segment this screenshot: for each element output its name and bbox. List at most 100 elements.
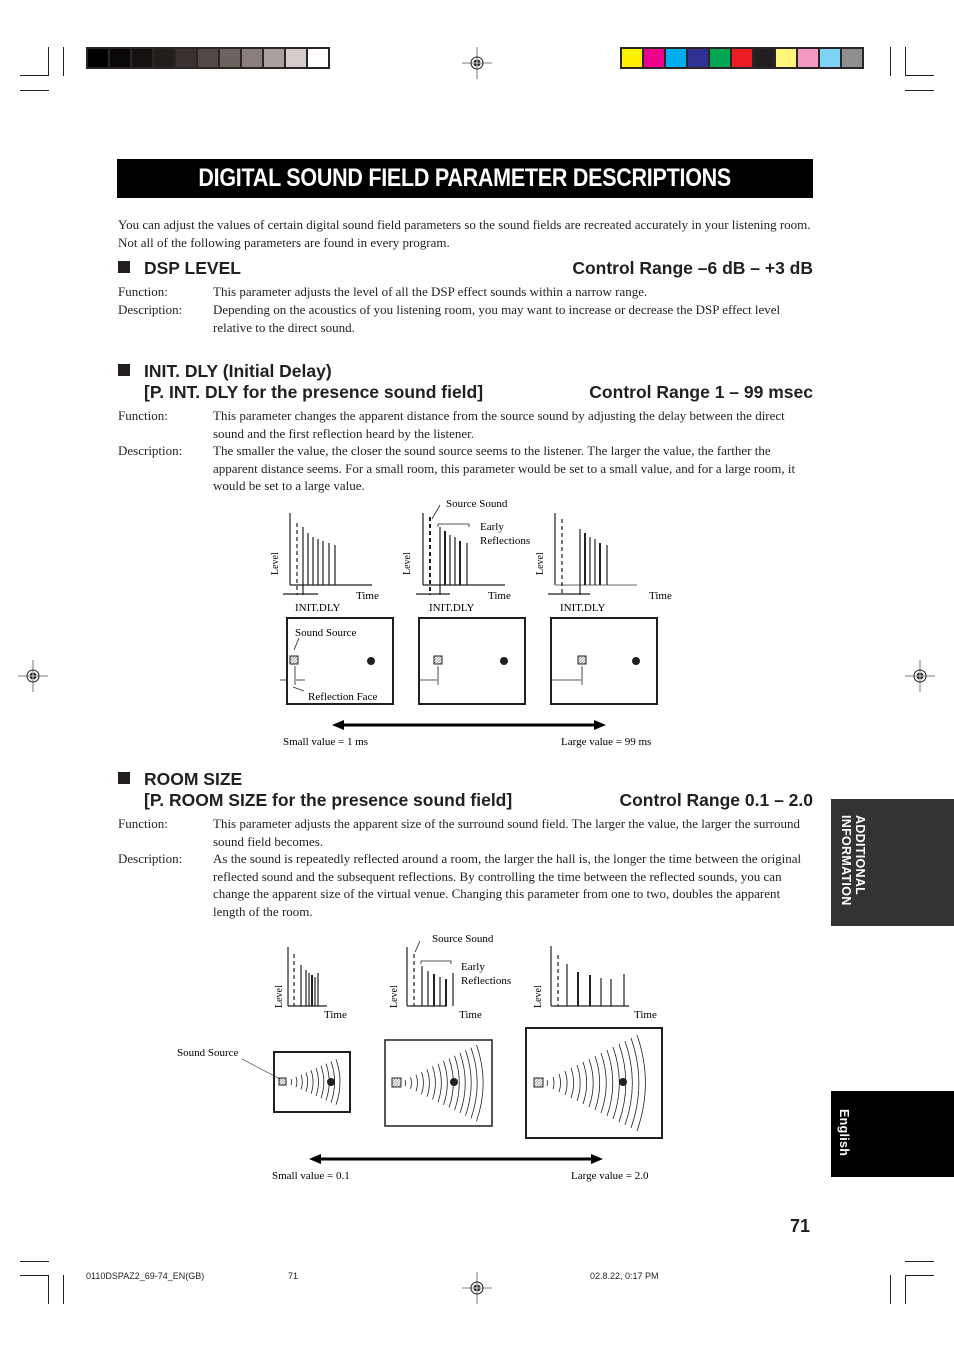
- sound-wave-arc: [315, 1067, 319, 1097]
- time-axis-label: Time: [634, 1009, 657, 1021]
- description-row: Description: Depending on the acoustics …: [118, 302, 781, 335]
- level-time-graph-1: [287, 947, 327, 1007]
- sound-wave-arc: [576, 1064, 581, 1102]
- section-side-tab: ADDITIONAL INFORMATION: [831, 799, 954, 926]
- early-reflections-label: Early: [461, 961, 485, 973]
- control-range-room-size: Control Range 0.1 – 2.0: [619, 790, 813, 810]
- color-swatch: [798, 49, 818, 67]
- sound-wave-arc: [443, 1060, 448, 1106]
- sound-wave-arc: [636, 1034, 646, 1132]
- listener-icon: [619, 1078, 627, 1086]
- double-arrow-icon: [332, 720, 606, 730]
- sound-wave-arc: [459, 1052, 466, 1114]
- footer-timestamp: 02.8.22, 0:17 PM: [590, 1271, 659, 1281]
- sound-wave-arc: [320, 1065, 325, 1099]
- color-swatch: [622, 49, 642, 67]
- gray-swatch: [176, 49, 196, 67]
- sound-wave-arc: [421, 1071, 424, 1095]
- init-dly-label: INIT.DLY: [429, 602, 474, 614]
- small-value-label: Small value = 1 ms: [283, 736, 368, 748]
- sound-wave-arc: [558, 1073, 561, 1093]
- sound-wave-arc: [305, 1072, 309, 1092]
- registration-mark-icon: [462, 47, 492, 79]
- gray-swatch: [286, 49, 306, 67]
- large-value-label: Large value = 99 ms: [561, 736, 651, 748]
- level-time-graph-3: [550, 946, 629, 1007]
- sound-wave-arc: [432, 1066, 436, 1100]
- level-axis-label: Level: [402, 552, 413, 575]
- footer-page: 71: [288, 1271, 299, 1281]
- sound-source-icon: [278, 1077, 287, 1086]
- bullet-square-icon: [118, 772, 130, 784]
- sound-source-icon: [289, 655, 299, 665]
- small-value-label: Small value = 0.1: [272, 1170, 350, 1182]
- listener-icon: [500, 657, 508, 665]
- color-swatch: [820, 49, 840, 67]
- sound-wave-arc: [546, 1079, 548, 1087]
- registration-mark-icon: [905, 660, 935, 692]
- level-time-graph-1: [283, 513, 372, 595]
- sound-source-icon: [391, 1077, 402, 1088]
- sound-wave-arc: [426, 1069, 430, 1097]
- level-axis-label: Level: [270, 552, 281, 575]
- section-heading-dsp-level: DSP LEVEL: [118, 258, 241, 279]
- sound-wave-arc: [290, 1078, 292, 1086]
- footer-file-name: 0110DSPAZ2_69-74_EN(GB): [86, 1271, 205, 1281]
- room-size-diagram: Level Level Level Time Time Time Source …: [177, 933, 663, 1182]
- gray-swatch: [242, 49, 262, 67]
- control-range-dsp-level: Control Range –6 dB – +3 dB: [572, 258, 813, 278]
- color-swatch: [644, 49, 664, 67]
- gray-swatch: [198, 49, 218, 67]
- function-row: Function: This parameter adjusts the lev…: [118, 284, 648, 299]
- listener-icon: [367, 657, 375, 665]
- function-row: Function: This parameter adjusts the app…: [118, 816, 800, 849]
- intro-paragraph: You can adjust the values of certain dig…: [118, 217, 811, 250]
- color-swatch: [754, 49, 774, 67]
- gray-swatch: [110, 49, 130, 67]
- sound-wave-arc: [335, 1059, 341, 1105]
- sound-wave-arc: [564, 1070, 568, 1096]
- sound-wave-arc: [612, 1046, 620, 1120]
- sound-source-label: Sound Source: [177, 1047, 239, 1059]
- early-reflections-label: Early: [480, 521, 504, 533]
- color-calibration-bar: [620, 47, 864, 69]
- description-row: Description: The smaller the value, the …: [118, 443, 796, 493]
- source-sound-label: Source Sound: [446, 498, 508, 510]
- time-axis-label: Time: [649, 590, 672, 602]
- sound-wave-arc: [570, 1067, 575, 1099]
- sound-wave-arc: [606, 1049, 614, 1117]
- color-swatch: [732, 49, 752, 67]
- color-swatch: [842, 49, 862, 67]
- color-swatch: [666, 49, 686, 67]
- time-axis-label: Time: [488, 590, 511, 602]
- sound-wave-arc: [465, 1050, 472, 1116]
- description-row: Description: As the sound is repeatedly …: [118, 851, 802, 919]
- listener-icon: [632, 657, 640, 665]
- sound-wave-arc: [300, 1074, 303, 1090]
- early-reflections-label: Reflections: [480, 535, 530, 547]
- color-swatch: [688, 49, 708, 67]
- sound-wave-arc: [415, 1074, 418, 1092]
- sound-wave-arc: [310, 1070, 314, 1094]
- gray-swatch: [220, 49, 240, 67]
- level-axis-label: Level: [274, 985, 285, 1008]
- sound-source-icon: [433, 655, 443, 665]
- section-heading-init-dly: INIT. DLY (Initial Delay) [P. INT. DLY f…: [118, 361, 483, 403]
- registration-mark-icon: [462, 1272, 492, 1304]
- time-axis-label: Time: [324, 1009, 347, 1021]
- level-axis-label: Level: [533, 985, 544, 1008]
- listener-icon: [327, 1078, 335, 1086]
- page-title: DIGITAL SOUND FIELD PARAMETER DESCRIPTIO…: [198, 164, 732, 192]
- init-dly-label: INIT.DLY: [295, 602, 340, 614]
- sound-source-icon: [533, 1077, 544, 1088]
- section-heading-room-size: ROOM SIZE [P. ROOM SIZE for the presence…: [118, 769, 512, 811]
- level-time-graph-2: [416, 504, 505, 595]
- level-time-graph-2: [406, 940, 454, 1007]
- registration-mark-icon: [18, 660, 48, 692]
- gray-swatch: [88, 49, 108, 67]
- level-axis-label: Level: [389, 985, 400, 1008]
- color-swatch: [710, 49, 730, 67]
- level-axis-label: Level: [535, 552, 546, 575]
- gray-swatch: [132, 49, 152, 67]
- sound-wave-arc: [410, 1077, 412, 1089]
